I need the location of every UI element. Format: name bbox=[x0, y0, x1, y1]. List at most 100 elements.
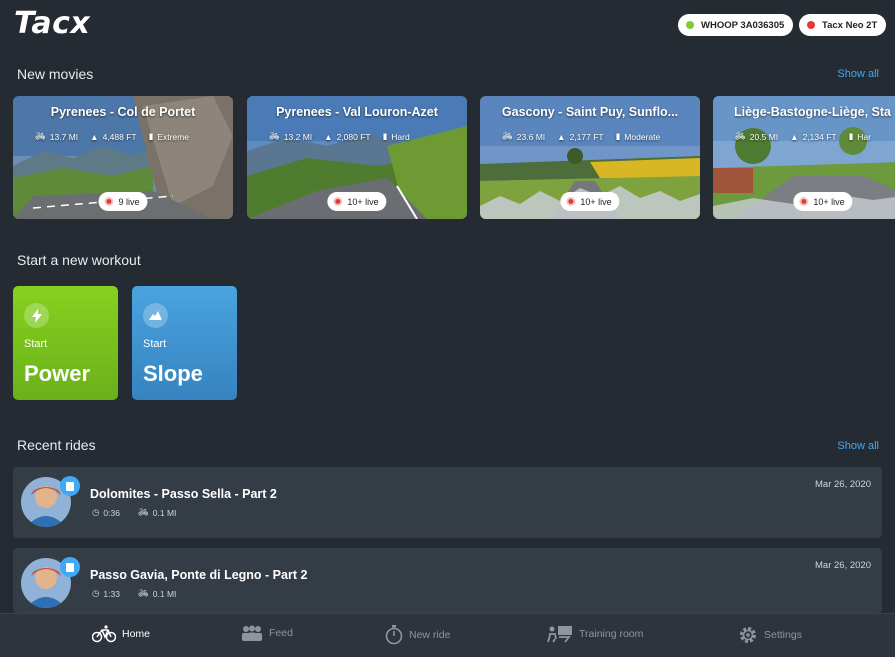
rides-show-all-link[interactable]: Show all bbox=[837, 440, 879, 452]
nav-label: New ride bbox=[409, 629, 451, 641]
movie-stats: 🚲︎ 23.6 MI ▲ 2,177 FT ▮ Moderate bbox=[502, 131, 696, 142]
live-riders-badge: 9 live bbox=[98, 192, 148, 211]
live-count: 10+ live bbox=[813, 196, 845, 207]
movies-show-all-link[interactable]: Show all bbox=[837, 68, 879, 80]
difficulty-icon: ▮ bbox=[848, 131, 854, 141]
movie-title: Pyrenees - Col de Portet bbox=[50, 105, 196, 119]
new-movies-title: New movies bbox=[17, 66, 94, 82]
movie-elevation: 2,177 FT bbox=[569, 131, 604, 142]
nav-label: Settings bbox=[764, 629, 802, 641]
clock-icon: ◷ bbox=[92, 588, 100, 598]
bike-icon: 🚲︎ bbox=[137, 507, 149, 517]
start-slope-button[interactable]: Start Slope bbox=[132, 286, 237, 400]
live-riders-badge: 10+ live bbox=[560, 192, 620, 211]
movie-elevation: 2,080 FT bbox=[336, 131, 371, 142]
live-dot-icon bbox=[104, 197, 114, 206]
workout-start-label: Start bbox=[143, 338, 167, 350]
movie-difficulty: Hard bbox=[391, 131, 410, 142]
movie-badge-icon bbox=[60, 557, 80, 577]
nav-label: Home bbox=[122, 628, 151, 640]
device-trainer[interactable]: Tacx Neo 2T bbox=[799, 14, 887, 36]
bike-icon: 🚲︎ bbox=[502, 131, 513, 141]
movie-difficulty: Moderate bbox=[624, 131, 661, 142]
movie-card[interactable]: Pyrenees - Col de Portet 🚲︎ 13.7 MI ▲ 4,48… bbox=[13, 96, 233, 219]
mountain-icon bbox=[143, 303, 168, 328]
ride-title: Dolomites - Passo Sella - Part 2 bbox=[90, 487, 277, 501]
bottom-nav: Home Feed New ride Training room Setting… bbox=[0, 613, 895, 657]
device-label: WHOOP 3A036305 bbox=[701, 19, 785, 31]
live-dot-icon bbox=[566, 197, 576, 206]
movie-difficulty: Extreme bbox=[157, 131, 189, 142]
elevation-icon: ▲ bbox=[90, 131, 99, 142]
recent-rides-title: Recent rides bbox=[17, 437, 96, 453]
bike-icon: 🚲︎ bbox=[35, 131, 46, 141]
ride-stats: ◷ 1:33 🚲︎ 0.1 MI bbox=[92, 588, 176, 599]
nav-training-room[interactable]: Training room bbox=[547, 625, 643, 643]
movies-carousel[interactable]: Pyrenees - Col de Portet 🚲︎ 13.7 MI ▲ 4,48… bbox=[13, 96, 895, 219]
workout-name: Power bbox=[24, 361, 91, 386]
ride-distance: 0.1 MI bbox=[152, 588, 177, 599]
workout-section-title: Start a new workout bbox=[17, 252, 141, 268]
difficulty-icon: ▮ bbox=[148, 131, 154, 141]
ride-duration: 0:36 bbox=[103, 507, 120, 518]
recent-ride-item[interactable]: Passo Gavia, Ponte di Legno - Part 2 ◷ 1:… bbox=[13, 548, 882, 613]
device-whoop[interactable]: WHOOP 3A036305 bbox=[678, 14, 794, 36]
live-dot-icon bbox=[333, 197, 343, 206]
movie-stats: 🚲︎ 13.2 MI ▲ 2,080 FT ▮ Hard bbox=[269, 131, 463, 142]
bike-icon: 🚲︎ bbox=[269, 131, 280, 141]
disconnected-dot-icon bbox=[807, 21, 815, 29]
recent-ride-item[interactable]: Dolomites - Passo Sella - Part 2 ◷ 0:36 🚲… bbox=[13, 467, 882, 538]
nav-new-ride[interactable]: New ride bbox=[385, 625, 450, 645]
live-count: 10+ live bbox=[347, 196, 379, 207]
movie-card[interactable]: Liège-Bastogne-Liège, Sta 🚲︎ 20.5 MI ▲ 2,1… bbox=[713, 96, 895, 219]
live-count: 10+ live bbox=[580, 196, 612, 207]
nav-settings[interactable]: Settings bbox=[738, 625, 802, 645]
movie-badge-icon bbox=[60, 476, 80, 496]
bike-icon: 🚲︎ bbox=[137, 588, 149, 598]
elevation-icon: ▲ bbox=[790, 131, 799, 142]
bike-icon: 🚲︎ bbox=[735, 131, 746, 141]
elevation-icon: ▲ bbox=[324, 131, 333, 142]
ride-date: Mar 26, 2020 bbox=[815, 560, 871, 571]
movie-distance: 23.6 MI bbox=[516, 131, 546, 142]
stopwatch-icon bbox=[385, 625, 403, 645]
live-count: 9 live bbox=[118, 196, 140, 207]
movie-card[interactable]: Pyrenees - Val Louron-Azet 🚲︎ 13.2 MI ▲ 2,… bbox=[247, 96, 467, 219]
movie-stats: 🚲︎ 20.5 MI ▲ 2,134 FT ▮ Har bbox=[735, 131, 895, 142]
movie-difficulty: Har bbox=[857, 131, 871, 142]
tacx-logo: Tacx bbox=[14, 6, 91, 41]
movie-card[interactable]: Gascony - Saint Puy, Sunflo... 🚲︎ 23.6 MI… bbox=[480, 96, 700, 219]
movie-title: Liège-Bastogne-Liège, Sta bbox=[734, 105, 891, 119]
clock-icon: ◷ bbox=[92, 507, 100, 517]
movie-stats: 🚲︎ 13.7 MI ▲ 4,488 FT ▮ Extreme bbox=[35, 131, 229, 142]
bike-icon bbox=[92, 625, 116, 643]
movie-elevation: 4,488 FT bbox=[102, 131, 137, 142]
ride-title: Passo Gavia, Ponte di Legno - Part 2 bbox=[90, 568, 308, 582]
ride-date: Mar 26, 2020 bbox=[815, 479, 871, 490]
movie-distance: 13.7 MI bbox=[49, 131, 79, 142]
gear-icon bbox=[740, 627, 756, 643]
movie-title: Pyrenees - Val Louron-Azet bbox=[276, 105, 438, 119]
difficulty-icon: ▮ bbox=[615, 131, 621, 141]
nav-home[interactable]: Home bbox=[92, 625, 150, 643]
movie-elevation: 2,134 FT bbox=[802, 131, 837, 142]
elevation-icon: ▲ bbox=[557, 131, 566, 142]
live-riders-badge: 10+ live bbox=[793, 192, 853, 211]
device-label: Tacx Neo 2T bbox=[822, 19, 878, 31]
nav-feed[interactable]: Feed bbox=[241, 625, 293, 641]
workout-name: Slope bbox=[143, 361, 203, 386]
people-icon bbox=[242, 625, 262, 641]
ride-duration: 1:33 bbox=[103, 588, 120, 599]
movie-distance: 20.5 MI bbox=[749, 131, 779, 142]
start-power-button[interactable]: Start Power bbox=[13, 286, 118, 400]
ride-distance: 0.1 MI bbox=[152, 507, 177, 518]
live-dot-icon bbox=[799, 197, 809, 206]
nav-label: Feed bbox=[269, 627, 293, 639]
movie-title: Gascony - Saint Puy, Sunflo... bbox=[501, 105, 679, 119]
movie-distance: 13.2 MI bbox=[283, 131, 313, 142]
ride-stats: ◷ 0:36 🚲︎ 0.1 MI bbox=[92, 507, 176, 518]
nav-label: Training room bbox=[579, 628, 644, 640]
lightning-icon bbox=[24, 303, 49, 328]
difficulty-icon: ▮ bbox=[382, 131, 388, 141]
live-riders-badge: 10+ live bbox=[327, 192, 387, 211]
